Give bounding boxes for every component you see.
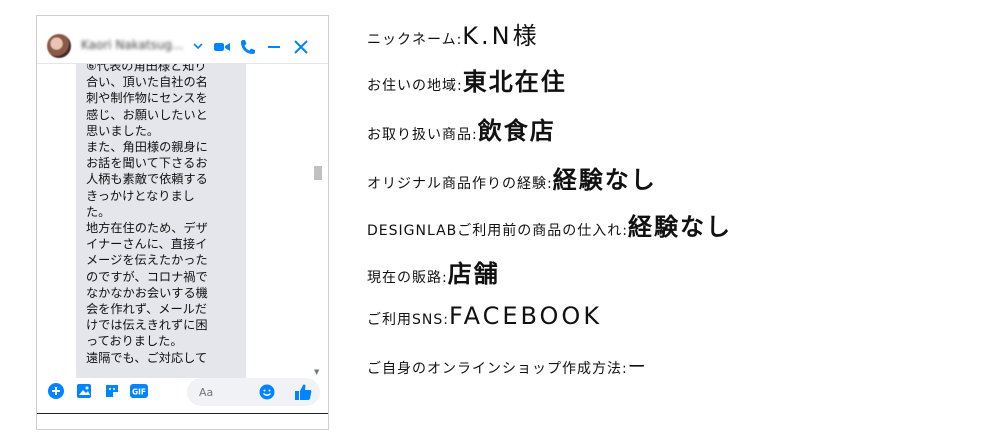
gif-label: GIF: [132, 388, 146, 397]
chat-header: Kaori Nakatsug...: [37, 16, 328, 64]
scrollbar[interactable]: ▼: [312, 64, 324, 378]
info-row-original-product-experience: オリジナル商品作りの経験: 経験なし: [367, 160, 657, 195]
composer-bar: GIF: [37, 376, 328, 416]
info-row-region: お住いの地域: 東北在住: [367, 62, 567, 97]
minimize-icon[interactable]: [265, 38, 283, 56]
nickname-label: ニックネーム:: [367, 32, 463, 48]
chevron-down-icon[interactable]: [192, 40, 204, 52]
nickname-value: K.N様: [462, 22, 540, 50]
original-product-experience-label: オリジナル商品作りの経験:: [367, 176, 553, 192]
message-thread[interactable]: ⑥代表の角田様と知り 合い、頂いた自社の名 刺や制作物にセンスを 感じ、お願いし…: [37, 64, 328, 378]
info-row-online-shop-method: ご自身のオンラインショップ作成方法: ー: [367, 353, 648, 379]
scroll-down-arrow-icon[interactable]: ▼: [314, 368, 319, 376]
avatar[interactable]: [47, 34, 71, 58]
purchasing-experience-label: DESIGNLABご利用前の商品の仕入れ:: [367, 223, 628, 239]
info-row-sales-channel: 現在の販路: 店舗: [367, 254, 500, 289]
products-label: お取り扱い商品:: [367, 127, 478, 143]
region-value: 東北在住: [462, 68, 567, 96]
info-row-purchasing-experience: DESIGNLABご利用前の商品の仕入れ: 経験なし: [367, 207, 732, 242]
thumbs-up-icon[interactable]: [293, 382, 313, 402]
info-row-nickname: ニックネーム: K.N様: [367, 16, 540, 51]
info-row-sns: ご利用SNS: FACEBOOK: [367, 302, 602, 330]
emoji-icon[interactable]: [259, 384, 275, 400]
info-row-products: お取り扱い商品: 飲食店: [367, 111, 556, 146]
scrollbar-thumb[interactable]: [314, 166, 322, 180]
gif-icon[interactable]: GIF: [129, 382, 149, 400]
sticker-icon[interactable]: [103, 382, 121, 400]
image-icon[interactable]: [75, 382, 93, 400]
sales-channel-value: 店舗: [447, 260, 500, 288]
phone-icon[interactable]: [239, 38, 257, 56]
plus-circle-icon[interactable]: [47, 382, 65, 400]
sns-label: ご利用SNS:: [367, 312, 449, 328]
purchasing-experience-value: 経験なし: [627, 213, 732, 241]
divider: [37, 413, 328, 414]
contact-name[interactable]: Kaori Nakatsug...: [81, 38, 183, 52]
online-shop-method-label: ご自身のオンラインショップ作成方法:: [367, 361, 628, 377]
messenger-chat-window: Kaori Nakatsug... ⑥代表の角田様と知り 合い、頂いた自社の名 …: [36, 15, 329, 430]
sales-channel-label: 現在の販路:: [367, 270, 448, 286]
video-call-icon[interactable]: [213, 38, 231, 56]
original-product-experience-value: 経験なし: [552, 166, 657, 194]
message-text: ⑥代表の角田様と知り 合い、頂いた自社の名 刺や制作物にセンスを 感じ、お願いし…: [86, 64, 208, 365]
region-label: お住いの地域:: [367, 78, 463, 94]
sns-value: FACEBOOK: [448, 302, 603, 330]
online-shop-method-value: ー: [627, 357, 648, 378]
close-icon[interactable]: [292, 38, 310, 56]
message-bubble: ⑥代表の角田様と知り 合い、頂いた自社の名 刺や制作物にセンスを 感じ、お願いし…: [76, 64, 246, 378]
products-value: 飲食店: [477, 117, 556, 145]
